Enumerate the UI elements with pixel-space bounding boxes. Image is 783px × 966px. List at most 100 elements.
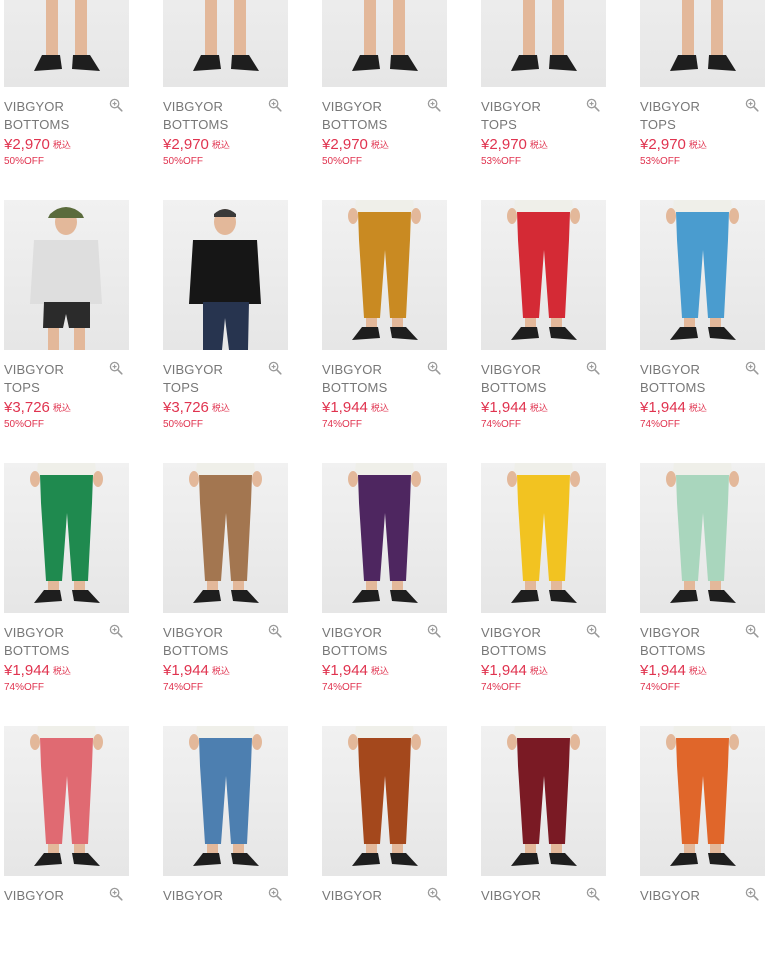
model-figure (189, 726, 262, 866)
zoom-icon[interactable] (586, 624, 600, 638)
product-image[interactable] (4, 726, 129, 876)
zoom-icon[interactable] (427, 624, 441, 638)
price-value: ¥1,944 (640, 662, 686, 679)
product-category: TOPS (481, 117, 517, 132)
product-card[interactable]: VIBGYOR (0, 726, 130, 966)
zoom-icon[interactable] (745, 361, 759, 375)
product-brand[interactable]: VIBGYOR (481, 99, 541, 114)
zoom-icon[interactable] (268, 98, 282, 112)
product-card[interactable]: VIBGYOR BOTTOMS ¥1,944 税込 74%OFF (159, 463, 289, 703)
product-brand[interactable]: VIBGYOR (163, 99, 223, 114)
price-value: ¥1,944 (481, 662, 527, 679)
zoom-icon[interactable] (427, 361, 441, 375)
product-brand[interactable]: VIBGYOR (322, 888, 382, 903)
zoom-icon[interactable] (586, 98, 600, 112)
product-image[interactable] (481, 463, 606, 613)
product-card[interactable]: VIBGYOR BOTTOMS ¥2,970 税込 50%OFF (318, 0, 448, 177)
product-image[interactable] (4, 463, 129, 613)
price-value: ¥1,944 (640, 399, 686, 416)
product-image[interactable] (322, 726, 447, 876)
zoom-icon[interactable] (427, 98, 441, 112)
zoom-icon[interactable] (268, 887, 282, 901)
product-brand[interactable]: VIBGYOR (640, 625, 700, 640)
product-image[interactable] (481, 0, 606, 87)
product-image[interactable] (163, 200, 288, 350)
product-image[interactable] (640, 463, 765, 613)
product-image[interactable] (640, 726, 765, 876)
product-card[interactable]: VIBGYOR TOPS ¥2,970 税込 53%OFF (477, 0, 607, 177)
product-brand[interactable]: VIBGYOR (640, 362, 700, 377)
product-card[interactable]: VIBGYOR BOTTOMS ¥1,944 税込 74%OFF (477, 200, 607, 440)
product-brand[interactable]: VIBGYOR (322, 99, 382, 114)
product-card[interactable]: VIBGYOR (636, 726, 766, 966)
product-brand[interactable]: VIBGYOR (322, 625, 382, 640)
product-price: ¥1,944 税込 (4, 662, 71, 679)
product-brand[interactable]: VIBGYOR (481, 625, 541, 640)
zoom-icon[interactable] (268, 624, 282, 638)
product-card[interactable]: VIBGYOR BOTTOMS ¥1,944 税込 74%OFF (318, 463, 448, 703)
product-image[interactable] (640, 200, 765, 350)
product-brand[interactable]: VIBGYOR (481, 888, 541, 903)
product-brand[interactable]: VIBGYOR (4, 99, 64, 114)
tax-label: 税込 (52, 666, 71, 676)
discount-label: 74%OFF (163, 682, 204, 693)
product-image[interactable] (481, 726, 606, 876)
discount-label: 53%OFF (640, 156, 681, 167)
zoom-icon[interactable] (745, 624, 759, 638)
price-value: ¥2,970 (640, 136, 686, 153)
model-figure (507, 200, 580, 340)
product-image[interactable] (163, 726, 288, 876)
product-image[interactable] (322, 200, 447, 350)
product-brand[interactable]: VIBGYOR (640, 888, 700, 903)
product-image[interactable] (481, 200, 606, 350)
product-image[interactable] (4, 0, 129, 87)
zoom-icon[interactable] (109, 887, 123, 901)
product-price (481, 925, 484, 942)
product-brand[interactable]: VIBGYOR (481, 362, 541, 377)
product-card[interactable]: VIBGYOR BOTTOMS ¥1,944 税込 74%OFF (0, 463, 130, 703)
model-figure (666, 200, 739, 340)
product-card[interactable]: VIBGYOR TOPS ¥2,970 税込 53%OFF (636, 0, 766, 177)
product-card[interactable]: VIBGYOR TOPS ¥3,726 税込 50%OFF (0, 200, 130, 440)
product-image[interactable] (4, 200, 129, 350)
product-card[interactable]: VIBGYOR (477, 726, 607, 966)
product-brand[interactable]: VIBGYOR (4, 362, 64, 377)
product-price: ¥1,944 税込 (322, 399, 389, 416)
product-card[interactable]: VIBGYOR (159, 726, 289, 966)
zoom-icon[interactable] (109, 361, 123, 375)
product-card[interactable]: VIBGYOR BOTTOMS ¥2,970 税込 50%OFF (0, 0, 130, 177)
product-card[interactable]: VIBGYOR TOPS ¥3,726 税込 50%OFF (159, 200, 289, 440)
product-card[interactable]: VIBGYOR BOTTOMS ¥1,944 税込 74%OFF (477, 463, 607, 703)
zoom-icon[interactable] (268, 361, 282, 375)
zoom-icon[interactable] (586, 361, 600, 375)
zoom-icon[interactable] (427, 887, 441, 901)
product-category: BOTTOMS (481, 643, 547, 658)
product-brand[interactable]: VIBGYOR (163, 362, 223, 377)
zoom-icon[interactable] (109, 624, 123, 638)
product-card[interactable]: VIBGYOR BOTTOMS ¥1,944 税込 74%OFF (636, 463, 766, 703)
zoom-icon[interactable] (109, 98, 123, 112)
product-brand[interactable]: VIBGYOR (163, 625, 223, 640)
product-image[interactable] (322, 463, 447, 613)
product-image[interactable] (163, 0, 288, 87)
discount-label: 50%OFF (163, 156, 204, 167)
product-card[interactable]: VIBGYOR BOTTOMS ¥2,970 税込 50%OFF (159, 0, 289, 177)
zoom-icon[interactable] (586, 887, 600, 901)
product-brand[interactable]: VIBGYOR (4, 625, 64, 640)
price-value: ¥1,944 (322, 399, 368, 416)
product-price: ¥1,944 税込 (481, 662, 548, 679)
product-card[interactable]: VIBGYOR BOTTOMS ¥1,944 税込 74%OFF (318, 200, 448, 440)
product-brand[interactable]: VIBGYOR (640, 99, 700, 114)
product-brand[interactable]: VIBGYOR (322, 362, 382, 377)
model-figure (507, 726, 580, 866)
product-image[interactable] (640, 0, 765, 87)
zoom-icon[interactable] (745, 98, 759, 112)
product-image[interactable] (322, 0, 447, 87)
product-brand[interactable]: VIBGYOR (163, 888, 223, 903)
product-card[interactable]: VIBGYOR (318, 726, 448, 966)
product-card[interactable]: VIBGYOR BOTTOMS ¥1,944 税込 74%OFF (636, 200, 766, 440)
product-brand[interactable]: VIBGYOR (4, 888, 64, 903)
zoom-icon[interactable] (745, 887, 759, 901)
product-image[interactable] (163, 463, 288, 613)
model-figure (189, 209, 261, 350)
